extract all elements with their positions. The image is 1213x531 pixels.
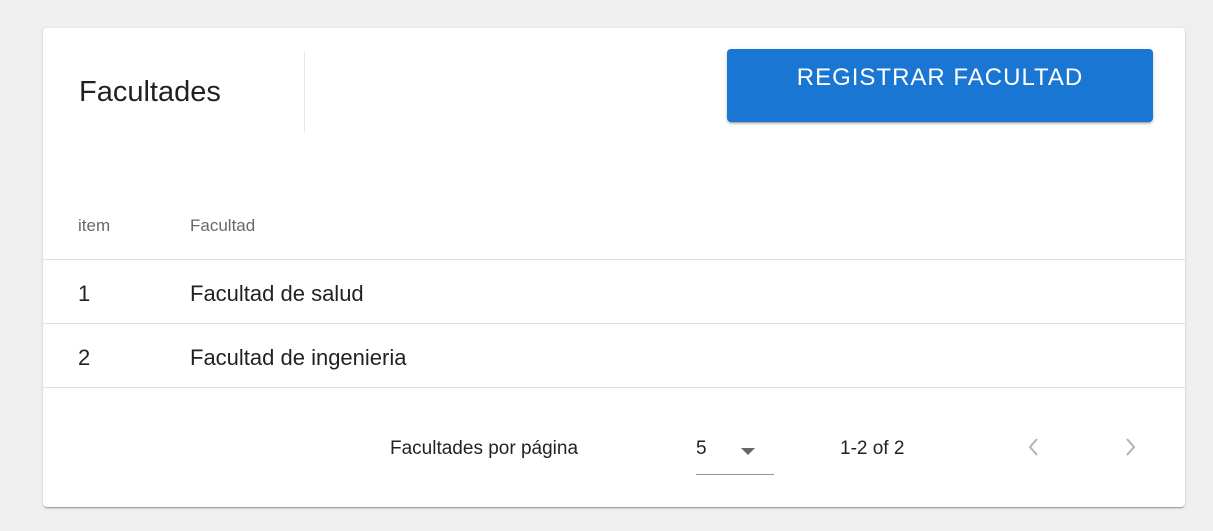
caret-down-icon [741, 448, 755, 455]
toolbar-divider [304, 52, 305, 132]
next-page-button[interactable] [1113, 430, 1147, 464]
page-title: Facultades [79, 76, 221, 108]
column-header-item[interactable]: item [78, 216, 110, 236]
rows-per-page-label: Facultades por página [390, 438, 579, 459]
rows-per-page-value: 5 [696, 438, 707, 459]
faculties-card: Facultades REGISTRAR FACULTAD item Facul… [43, 28, 1185, 507]
faculties-table: item Facultad 1 Facultad de salud 2 Facu… [43, 196, 1185, 388]
table-row: 1 Facultad de salud [43, 260, 1185, 324]
card-toolbar: Facultades REGISTRAR FACULTAD [43, 28, 1185, 168]
chevron-right-icon [1126, 438, 1136, 456]
register-faculty-button[interactable]: REGISTRAR FACULTAD [727, 49, 1153, 122]
row-item-cell: 2 [78, 345, 91, 370]
row-facultad-cell: Facultad de salud [190, 281, 364, 306]
column-header-facultad[interactable]: Facultad [190, 216, 255, 236]
row-item-cell: 1 [78, 281, 91, 306]
pagination-range: 1-2 of 2 [840, 438, 905, 459]
row-facultad-cell: Facultad de ingenieria [190, 345, 407, 370]
table-header-row: item Facultad [43, 196, 1185, 260]
rows-per-page-select[interactable]: 5 [696, 430, 774, 475]
table-row: 2 Facultad de ingenieria [43, 324, 1185, 388]
chevron-left-icon [1028, 438, 1038, 456]
previous-page-button[interactable] [1017, 430, 1051, 464]
table-pagination: Facultades por página 5 1-2 of 2 [43, 390, 1185, 507]
